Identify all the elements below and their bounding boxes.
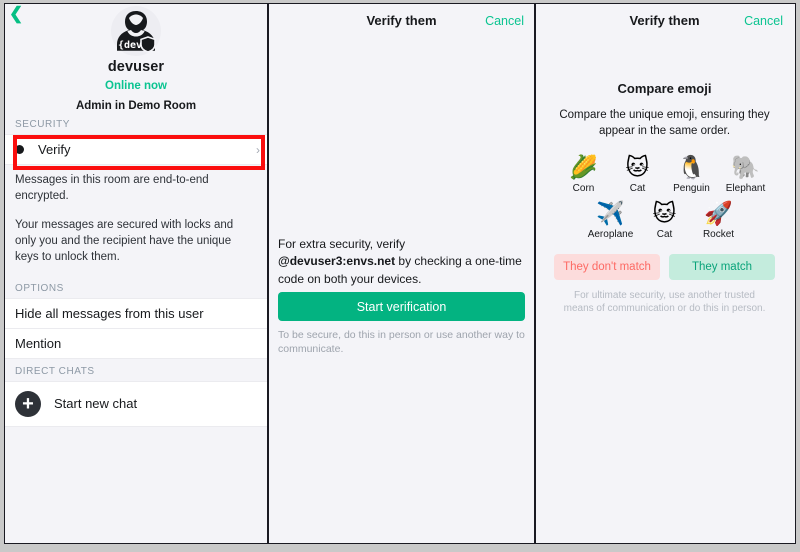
penguin-icon: 🐧 — [677, 154, 706, 181]
verify-user-id: @devuser3:envs.net — [278, 254, 396, 269]
option-mention-label: Mention — [15, 335, 62, 351]
security-section-header: SECURITY — [15, 119, 70, 130]
they-dont-match-button[interactable]: They don't match — [554, 253, 660, 280]
they-match-button[interactable]: They match — [669, 253, 775, 280]
direct-chats-section-header: DIRECT CHATS — [15, 365, 95, 377]
emoji-label: Penguin — [673, 182, 710, 194]
compare-emoji-title-bar: Verify them Cancel — [536, 4, 793, 37]
cat-icon: 🐱 — [652, 200, 677, 227]
cancel-button-right[interactable]: Cancel — [744, 14, 783, 28]
rocket-icon: 🚀 — [704, 200, 733, 227]
avatar: {dev} — [109, 6, 163, 56]
compare-emoji-footer: For ultimate security, use another trust… — [563, 289, 766, 315]
encryption-note-2: Your messages are secured with locks and… — [15, 218, 234, 264]
emoji-item: 🌽 Corn — [557, 154, 611, 194]
user-info-panel: ❮ {dev} devuser Online now Admin in Demo… — [5, 4, 269, 543]
verify-row[interactable]: Verify › — [5, 134, 267, 165]
compare-emoji-panel: Verify them Cancel Compare emoji Compare… — [536, 4, 793, 543]
start-new-chat-label: Start new chat — [54, 396, 138, 412]
verify-lead-prefix: For extra security, verify — [278, 237, 406, 251]
screenshot-frame: ❮ {dev} devuser Online now Admin in Demo… — [0, 0, 800, 552]
cat-icon: 🐱 — [625, 154, 650, 181]
emoji-label: Cat — [656, 228, 673, 240]
profile-header: {dev} devuser Online now Admin in Demo R… — [5, 4, 267, 112]
encryption-note-1: Messages in this room are end-to-end enc… — [15, 174, 209, 203]
verify-start-description: For extra security, verify @devuser3:env… — [278, 236, 525, 288]
emoji-item: 🐱 Cat — [611, 154, 665, 194]
corn-icon: 🌽 — [569, 154, 598, 181]
verify-start-title-bar: Verify them Cancel — [269, 4, 534, 37]
back-chevron-icon[interactable]: ❮ — [9, 5, 23, 23]
option-hide-messages[interactable]: Hide all messages from this user — [5, 297, 267, 329]
start-new-chat-row[interactable]: + Start new chat — [5, 380, 267, 427]
unverified-dot-icon — [15, 145, 24, 154]
emoji-item: 🐱 Cat — [638, 200, 692, 240]
verify-start-body: For extra security, verify @devuser3:env… — [269, 236, 534, 357]
emoji-label: Rocket — [702, 228, 735, 240]
profile-role: Admin in Demo Room — [75, 100, 197, 112]
option-hide-messages-label: Hide all messages from this user — [15, 305, 204, 321]
emoji-row: 🌽 Corn 🐱 Cat 🐧 Penguin 🐘 Elephant — [550, 154, 779, 194]
plus-icon: + — [15, 390, 41, 417]
emoji-item: 🐧 Penguin — [665, 154, 719, 194]
emoji-item: 🚀 Rocket — [692, 200, 746, 240]
compare-emoji-heading: Compare emoji — [617, 81, 712, 96]
presence-status: Online now — [105, 80, 167, 92]
emoji-label: Aeroplane — [587, 228, 634, 240]
emoji-label: Elephant — [725, 182, 766, 194]
compare-emoji-subheading: Compare the unique emoji, ensuring they … — [559, 109, 770, 138]
verify-start-footer: To be secure, do this in person or use a… — [278, 329, 525, 356]
cancel-button-middle[interactable]: Cancel — [485, 14, 524, 28]
encryption-notes: Messages in this room are end-to-end enc… — [5, 165, 267, 276]
verify-label: Verify — [38, 142, 71, 157]
verify-start-panel: Verify them Cancel For extra security, v… — [269, 4, 536, 543]
emoji-grid: 🌽 Corn 🐱 Cat 🐧 Penguin 🐘 Elephant ✈️ Aer… — [536, 154, 793, 240]
options-section-header: OPTIONS — [15, 282, 64, 294]
chevron-right-icon: › — [256, 142, 260, 157]
compare-emoji-actions: They don't match They match — [536, 253, 793, 280]
emoji-label: Cat — [629, 182, 646, 194]
compare-emoji-title: Verify them — [629, 13, 700, 28]
emoji-label: Corn — [572, 182, 595, 194]
elephant-icon: 🐘 — [731, 154, 760, 181]
option-mention[interactable]: Mention — [5, 328, 267, 359]
profile-name: devuser — [107, 59, 165, 75]
emoji-row: ✈️ Aeroplane 🐱 Cat 🚀 Rocket — [550, 200, 779, 240]
emoji-item: ✈️ Aeroplane — [584, 200, 638, 240]
start-verification-button[interactable]: Start verification — [278, 292, 525, 322]
panels-container: ❮ {dev} devuser Online now Admin in Demo… — [4, 3, 796, 544]
verify-start-title: Verify them — [366, 13, 437, 28]
aeroplane-icon: ✈️ — [596, 200, 625, 227]
emoji-item: 🐘 Elephant — [719, 154, 773, 194]
